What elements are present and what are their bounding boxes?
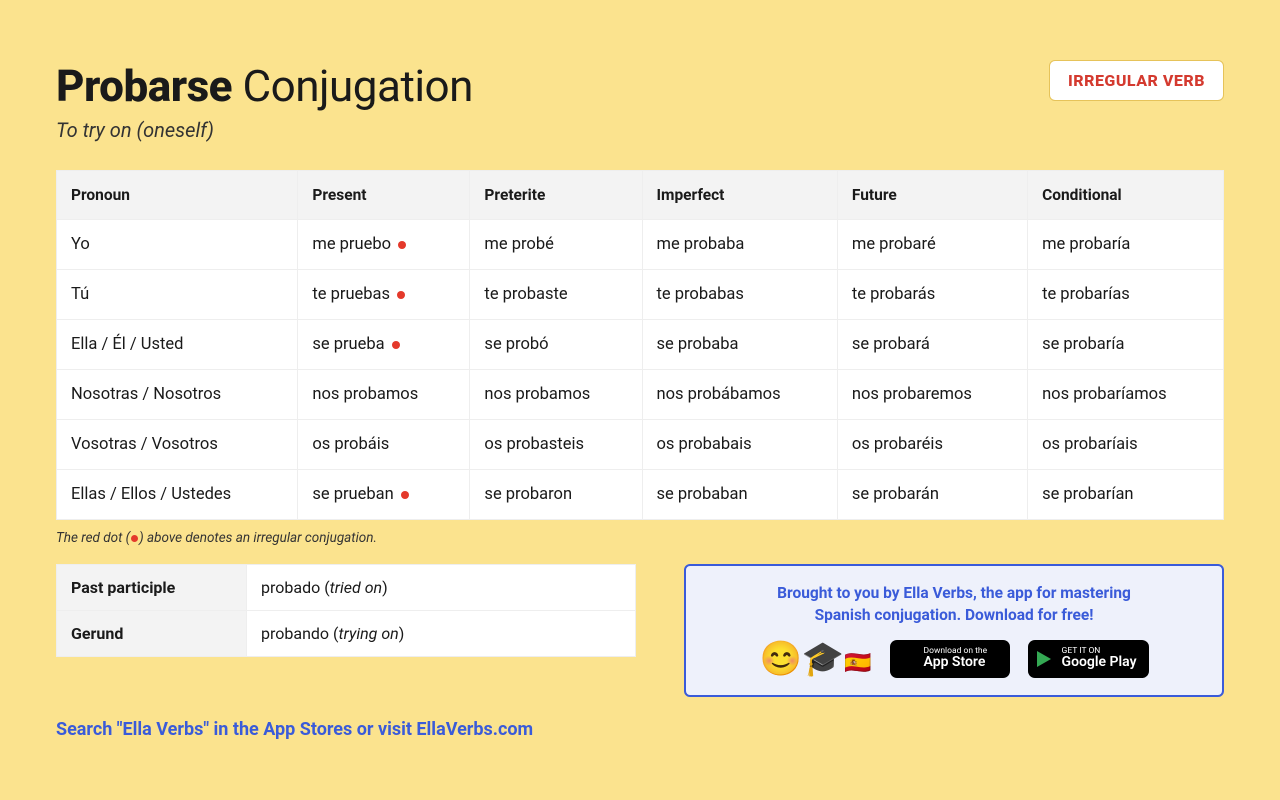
col-conditional: Conditional bbox=[1028, 171, 1224, 220]
mascot-icon: 😊🎓🇪🇸 bbox=[759, 639, 871, 679]
gerund-value: probando (trying on) bbox=[247, 611, 636, 657]
table-row: Ella / Él / Ustedse prueba se probóse pr… bbox=[57, 320, 1224, 370]
red-dot-icon bbox=[397, 291, 405, 299]
red-dot-icon bbox=[131, 535, 138, 542]
table-row: Nosotras / Nosotrosnos probamos nos prob… bbox=[57, 370, 1224, 420]
table-row: Ellas / Ellos / Ustedesse prueban se pro… bbox=[57, 470, 1224, 520]
verb-translation: To try on (oneself) bbox=[56, 118, 473, 142]
irregular-badge: IRREGULAR VERB bbox=[1049, 60, 1224, 101]
other-forms-table: Past participle probado (tried on) Gerun… bbox=[56, 564, 636, 657]
search-line: Search "Ella Verbs" in the App Stores or… bbox=[56, 719, 1224, 740]
title-block: Probarse Conjugation To try on (oneself) bbox=[56, 60, 473, 142]
past-participle-label: Past participle bbox=[57, 565, 247, 611]
red-dot-icon bbox=[398, 241, 406, 249]
app-store-button[interactable]: Download on the App Store bbox=[890, 640, 1010, 678]
col-preterite: Preterite bbox=[470, 171, 642, 220]
table-row: Yome pruebo me probéme probabame probaré… bbox=[57, 220, 1224, 270]
google-play-icon bbox=[1037, 651, 1051, 667]
header: Probarse Conjugation To try on (oneself)… bbox=[56, 60, 1224, 142]
past-participle-value: probado (tried on) bbox=[247, 565, 636, 611]
red-dot-icon bbox=[392, 341, 400, 349]
table-row: Vosotras / Vosotrosos probáis os probast… bbox=[57, 420, 1224, 470]
irregular-note: The red dot () above denotes an irregula… bbox=[56, 530, 1224, 546]
gerund-label: Gerund bbox=[57, 611, 247, 657]
conjugation-table: PronounPresentPreteriteImperfectFutureCo… bbox=[56, 170, 1224, 520]
promo-text: Brought to you by Ella Verbs, the app fo… bbox=[704, 582, 1204, 627]
page-title: Probarse Conjugation bbox=[56, 60, 473, 112]
red-dot-icon bbox=[401, 491, 409, 499]
col-present: Present bbox=[298, 171, 470, 220]
google-play-button[interactable]: GET IT ON Google Play bbox=[1028, 640, 1149, 678]
title-suffix: Conjugation bbox=[242, 60, 472, 112]
verb-name: Probarse bbox=[56, 60, 232, 112]
table-row: Túte pruebas te probastete probabaste pr… bbox=[57, 270, 1224, 320]
promo-box: Brought to you by Ella Verbs, the app fo… bbox=[684, 564, 1224, 697]
col-future: Future bbox=[837, 171, 1027, 220]
col-imperfect: Imperfect bbox=[642, 171, 837, 220]
col-pronoun: Pronoun bbox=[57, 171, 298, 220]
